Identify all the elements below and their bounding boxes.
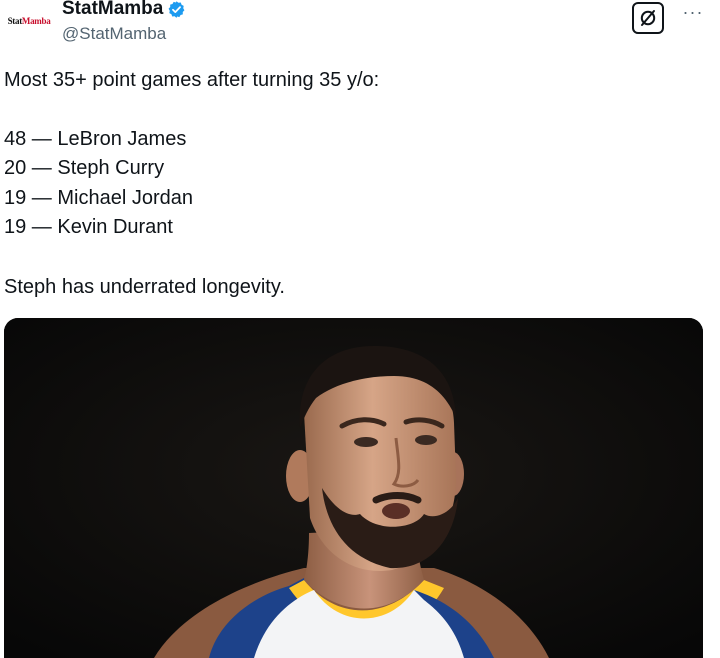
display-name[interactable]: StatMamba: [62, 0, 163, 20]
tweet-text-line: Steph has underrated longevity.: [4, 276, 285, 298]
avatar-logo-text-a: Stat: [7, 16, 23, 26]
tweet-text-line: 19 — Kevin Durant: [4, 216, 173, 238]
verified-badge-icon: [168, 0, 185, 18]
tweet-text-line: 19 — Michael Jordan: [4, 187, 193, 209]
tweet-text-line: 20 — Steph Curry: [4, 157, 165, 179]
tweet-header: Stat Mamba StatMamba @StatMamba ···: [0, 0, 720, 56]
name-row: StatMamba: [62, 0, 186, 20]
tweet-text-line: 48 — LeBron James: [4, 128, 187, 150]
tweet-media-image[interactable]: [4, 318, 703, 658]
avatar-logo-text-b: Mamba: [21, 16, 51, 26]
grok-icon: [640, 10, 656, 26]
tweet-text-line: Most 35+ point games after turning 35 y/…: [4, 69, 380, 91]
avatar[interactable]: Stat Mamba: [4, 6, 54, 36]
player-photo: [4, 318, 703, 658]
handle[interactable]: @StatMamba: [62, 24, 166, 44]
grok-button[interactable]: [632, 2, 664, 34]
more-options-icon[interactable]: ···: [680, 2, 706, 26]
